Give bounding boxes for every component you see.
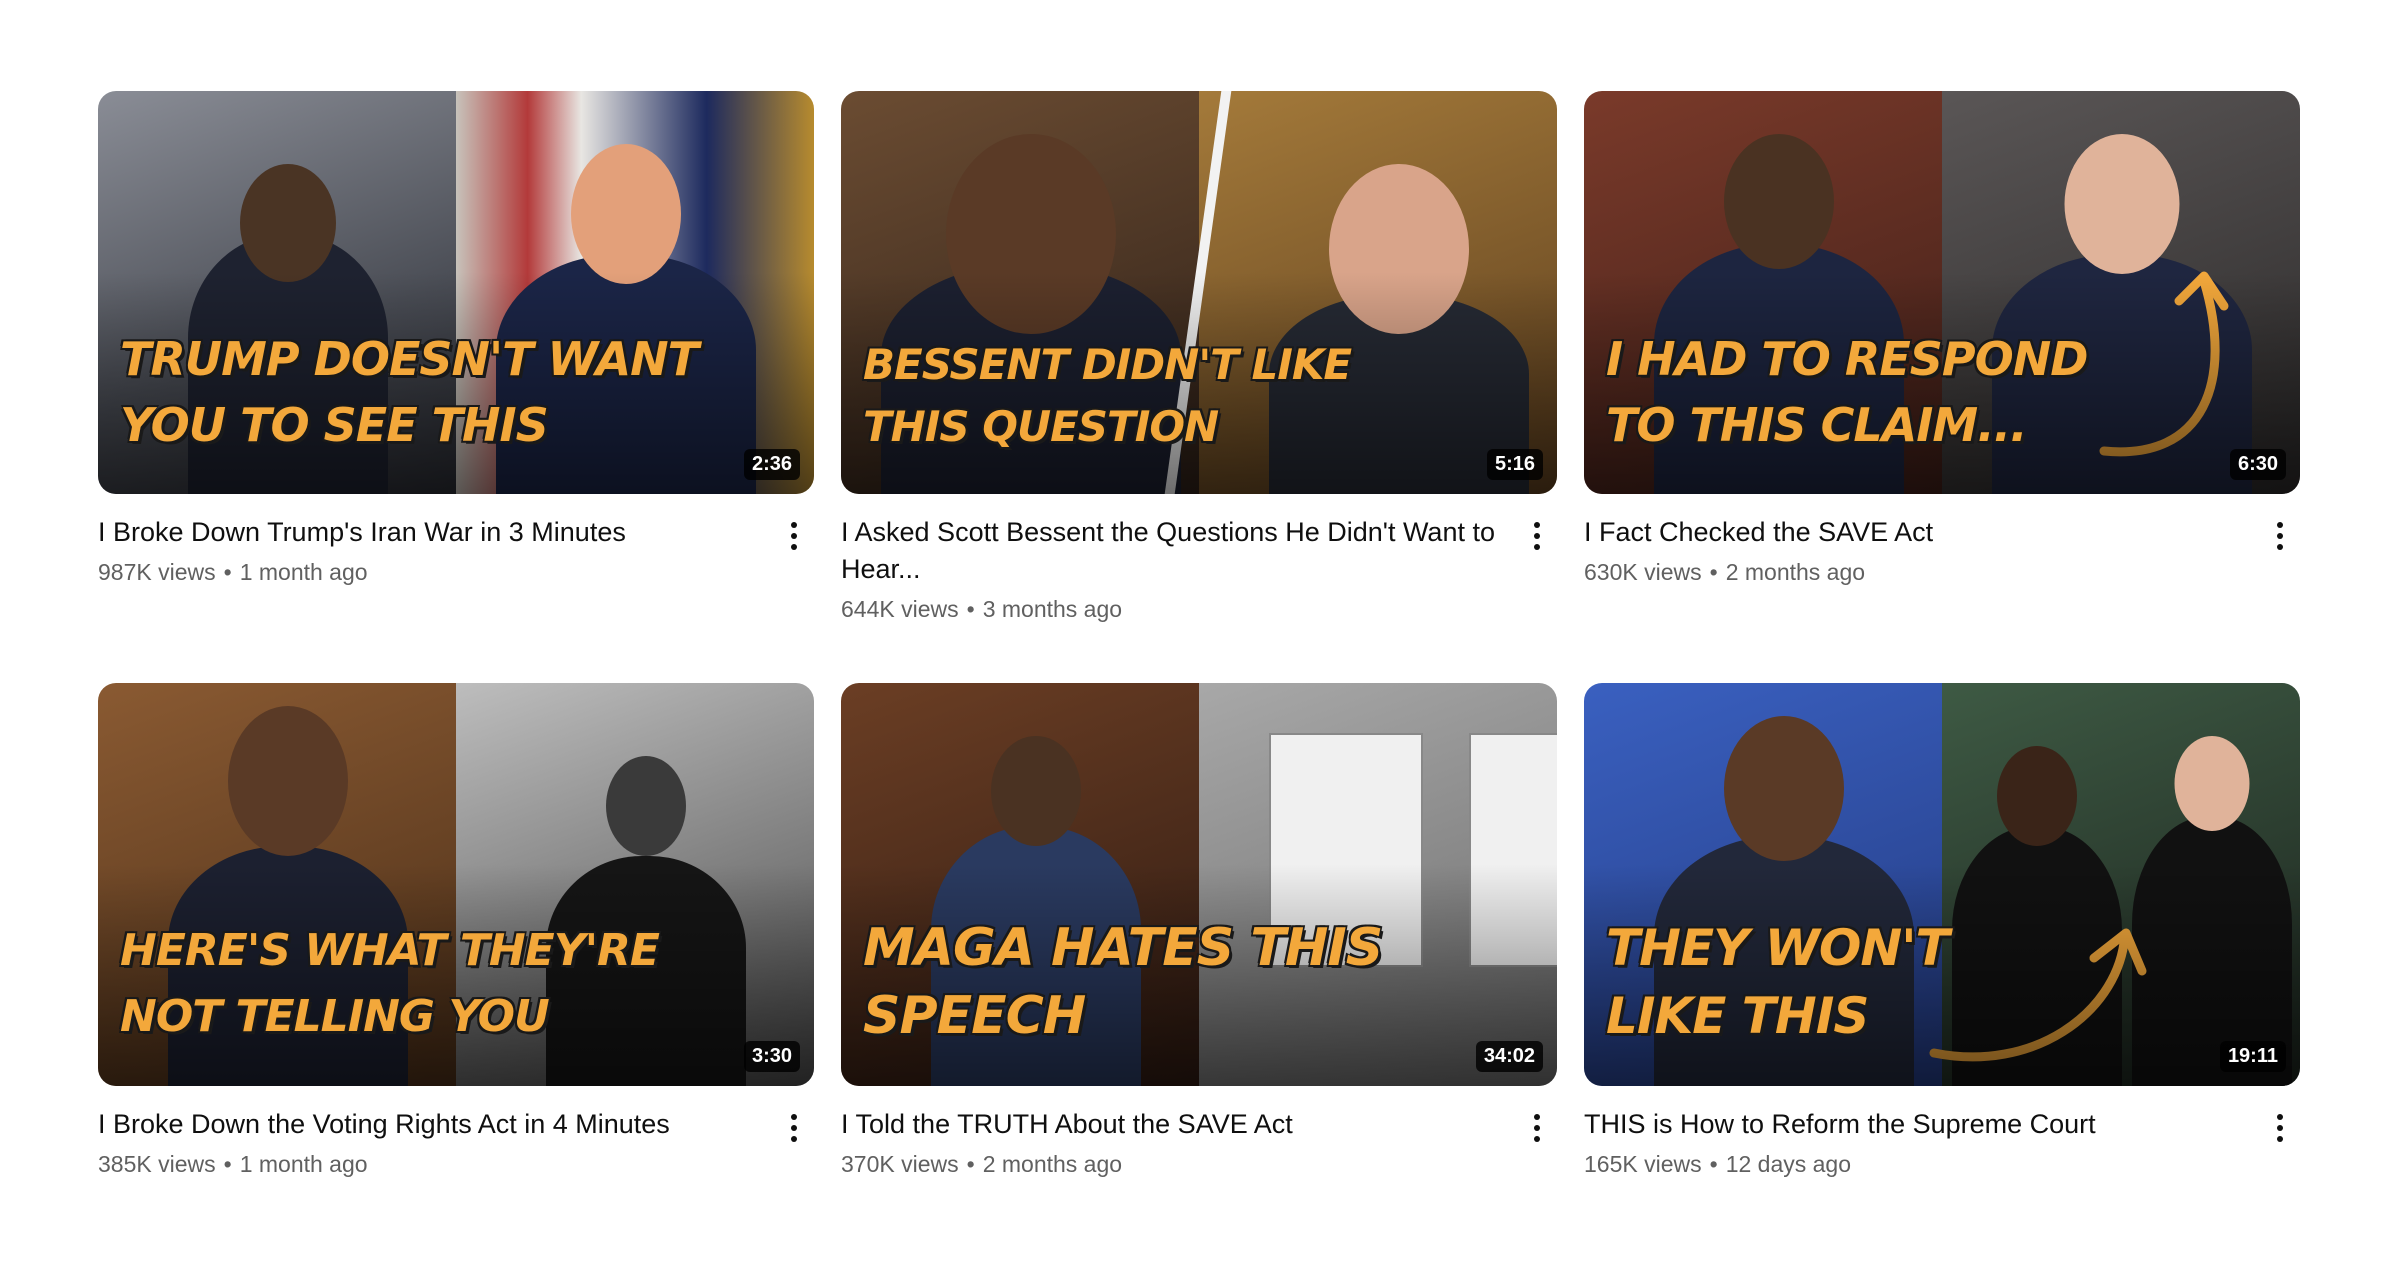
duration-badge: 5:16 (1486, 449, 1543, 480)
more-vertical-icon[interactable] (2260, 516, 2300, 556)
duration-badge: 34:02 (1475, 1041, 1543, 1072)
video-card: I had to respond to this claim... 6:30 I… (1584, 91, 2300, 683)
thumbnail-caption: Here's what they're not telling you (120, 925, 660, 1042)
thumbnail-caption: MAGA hates this speech (863, 918, 1383, 1046)
video-card: They won't like this 19:11 THIS is How t… (1584, 683, 2300, 1275)
video-title[interactable]: I Fact Checked the SAVE Act (1584, 514, 2240, 551)
upload-age: 1 month ago (239, 559, 368, 585)
more-vertical-icon[interactable] (1517, 1108, 1557, 1148)
video-title[interactable]: I Broke Down Trump's Iran War in 3 Minut… (98, 514, 754, 551)
upload-age: 2 months ago (982, 1151, 1123, 1177)
video-thumbnail[interactable]: They won't like this 19:11 (1584, 683, 2300, 1086)
video-thumbnail[interactable]: Bessent didn't like this question 5:16 (841, 91, 1557, 494)
more-vertical-icon[interactable] (1517, 516, 1557, 556)
video-thumbnail[interactable]: MAGA hates this speech 34:02 (841, 683, 1557, 1086)
upload-age: 1 month ago (239, 1151, 368, 1177)
duration-badge: 6:30 (2229, 449, 2286, 480)
view-count: 370K views (841, 1151, 959, 1177)
video-stats: 630K views • 2 months ago (1584, 559, 1866, 585)
video-title[interactable]: I Asked Scott Bessent the Questions He D… (841, 514, 1497, 588)
duration-badge: 3:30 (743, 1041, 800, 1072)
more-vertical-icon[interactable] (774, 1108, 814, 1148)
thumbnail-caption: I had to respond to this claim... (1606, 332, 2088, 452)
duration-badge: 19:11 (2219, 1041, 2286, 1072)
thumbnail-caption: Trump doesn't want you to see this (120, 332, 699, 452)
video-stats: 987K views • 1 month ago (98, 559, 368, 585)
view-count: 644K views (841, 596, 959, 622)
video-stats: 165K views • 12 days ago (1584, 1151, 1852, 1177)
view-count: 165K views (1584, 1151, 1702, 1177)
video-title[interactable]: THIS is How to Reform the Supreme Court (1584, 1106, 2240, 1143)
view-count: 630K views (1584, 559, 1702, 585)
video-grid: Trump doesn't want you to see this 2:36 … (98, 91, 2309, 1275)
more-vertical-icon[interactable] (2260, 1108, 2300, 1148)
thumbnail-caption: Bessent didn't like this question (863, 340, 1352, 451)
video-thumbnail[interactable]: I had to respond to this claim... 6:30 (1584, 91, 2300, 494)
thumbnail-caption: They won't like this (1606, 919, 1950, 1045)
video-thumbnail[interactable]: Here's what they're not telling you 3:30 (98, 683, 814, 1086)
upload-age: 2 months ago (1725, 559, 1866, 585)
more-vertical-icon[interactable] (774, 516, 814, 556)
video-card: MAGA hates this speech 34:02 I Told the … (841, 683, 1557, 1275)
video-card: Bessent didn't like this question 5:16 I… (841, 91, 1557, 683)
video-stats: 385K views • 1 month ago (98, 1151, 368, 1177)
upload-age: 12 days ago (1725, 1151, 1852, 1177)
video-thumbnail[interactable]: Trump doesn't want you to see this 2:36 (98, 91, 814, 494)
video-stats: 644K views • 3 months ago (841, 596, 1123, 622)
view-count: 987K views (98, 559, 216, 585)
video-title[interactable]: I Broke Down the Voting Rights Act in 4 … (98, 1106, 754, 1143)
video-title[interactable]: I Told the TRUTH About the SAVE Act (841, 1106, 1497, 1143)
video-stats: 370K views • 2 months ago (841, 1151, 1123, 1177)
video-card: Here's what they're not telling you 3:30… (98, 683, 814, 1275)
view-count: 385K views (98, 1151, 216, 1177)
duration-badge: 2:36 (743, 449, 800, 480)
video-card: Trump doesn't want you to see this 2:36 … (98, 91, 814, 683)
upload-age: 3 months ago (982, 596, 1123, 622)
